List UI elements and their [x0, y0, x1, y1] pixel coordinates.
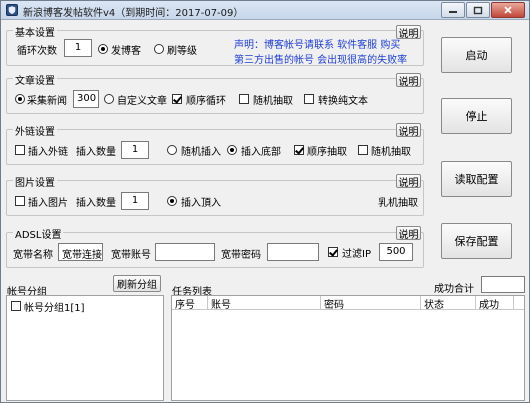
- plain-text-label: 转换纯文本: [318, 96, 368, 107]
- broadband-name-input[interactable]: 宽带连接: [58, 243, 103, 261]
- broadband-name-label: 宽带名称: [13, 250, 53, 261]
- column-header-status[interactable]: 状态: [421, 296, 476, 311]
- image-insert-radio[interactable]: [167, 196, 177, 206]
- link-settings-group: 外链设置 插入外链 插入数量 1 随机插入 插入底部 顺序抽取 随机抽取: [6, 123, 424, 165]
- random-insert-radio[interactable]: [167, 145, 177, 155]
- link-count-label: 插入数量: [76, 147, 116, 158]
- upgrade-level-radio[interactable]: [154, 44, 164, 54]
- maximize-button[interactable]: [466, 2, 490, 18]
- insert-bottom-radio[interactable]: [227, 145, 237, 155]
- link-random-label: 随机抽取: [371, 147, 411, 158]
- minimize-button[interactable]: [441, 2, 465, 18]
- custom-article-radio[interactable]: [104, 94, 114, 104]
- broadband-account-input[interactable]: [155, 243, 215, 261]
- column-header-spacer: [514, 296, 524, 310]
- custom-article-label: 自定义文章: [117, 96, 167, 107]
- account-group-item[interactable]: 帐号分组1[1]: [24, 299, 85, 314]
- link-settings-title: 外链设置: [13, 123, 57, 138]
- basic-settings-group: 基本设置 循环次数 1 发博客 刷等级 声明：博客帐号请联系 软件客服 购买 第…: [6, 24, 424, 66]
- image-help-button[interactable]: 说明: [396, 174, 421, 189]
- adsl-settings-title: ADSL设置: [13, 226, 64, 241]
- read-config-button[interactable]: 读取配置: [441, 161, 512, 197]
- random-extract-label: 随机抽取: [253, 96, 293, 107]
- collect-news-radio[interactable]: [15, 94, 25, 104]
- insert-image-label: 插入图片: [28, 198, 68, 209]
- link-sequential-label: 顺序抽取: [307, 147, 347, 158]
- refresh-group-button[interactable]: 刷新分组: [113, 275, 161, 292]
- insert-link-label: 插入外链: [28, 147, 68, 158]
- filter-ip-input[interactable]: 500: [379, 243, 413, 261]
- basic-settings-title: 基本设置: [13, 24, 57, 39]
- close-button[interactable]: [491, 2, 525, 18]
- success-total-label: 成功合计: [434, 284, 474, 295]
- close-icon: [504, 6, 512, 14]
- collect-count-input[interactable]: 300: [73, 90, 99, 108]
- image-settings-group: 图片设置 插入图片 插入数量 1 插入頂入 乳机抽取: [6, 174, 424, 216]
- column-header-password[interactable]: 密码: [321, 296, 421, 311]
- insert-link-checkbox[interactable]: [15, 145, 25, 155]
- upgrade-level-label: 刷等级: [167, 46, 197, 57]
- account-group-list: 帐号分组1[1]: [6, 295, 164, 401]
- image-count-input[interactable]: 1: [121, 192, 149, 210]
- image-settings-title: 图片设置: [13, 174, 57, 189]
- random-extract-checkbox[interactable]: [239, 94, 249, 104]
- task-list-table: 序号 账号 密码 状态 成功: [171, 295, 525, 401]
- insert-bottom-label: 插入底部: [241, 147, 281, 158]
- column-header-success[interactable]: 成功: [476, 296, 514, 311]
- insert-image-checkbox[interactable]: [15, 196, 25, 206]
- minimize-icon: [449, 11, 457, 13]
- image-insert-label: 插入頂入: [181, 198, 221, 209]
- main-window: 新浪博客发帖软件v4（到期时间：2017-07-09） 基本设置 循环次数 1 …: [0, 0, 530, 403]
- article-settings-group: 文章设置 采集新闻 300 自定义文章 顺序循环 随机抽取 转换纯文本: [6, 72, 424, 114]
- sequential-loop-checkbox[interactable]: [172, 94, 182, 104]
- link-random-checkbox[interactable]: [358, 145, 368, 155]
- maximize-icon: [473, 6, 483, 14]
- loop-count-label: 循环次数: [17, 46, 57, 57]
- save-config-button[interactable]: 保存配置: [441, 223, 512, 259]
- plain-text-checkbox[interactable]: [304, 94, 314, 104]
- article-settings-title: 文章设置: [13, 72, 57, 87]
- link-count-input[interactable]: 1: [121, 141, 149, 159]
- stop-button[interactable]: 停止: [441, 98, 512, 134]
- post-blog-label: 发博客: [111, 46, 141, 57]
- broadband-password-input[interactable]: [267, 243, 319, 261]
- basic-help-button[interactable]: 说明: [396, 25, 421, 40]
- account-group-checkbox[interactable]: [11, 301, 21, 311]
- link-sequential-checkbox[interactable]: [294, 145, 304, 155]
- window-title: 新浪博客发帖软件v4（到期时间：2017-07-09）: [23, 8, 244, 19]
- image-count-label: 插入数量: [76, 198, 116, 209]
- link-help-button[interactable]: 说明: [396, 123, 421, 138]
- notice-line-2: 第三方出售的帐号 会出现很高的失败率: [234, 55, 408, 66]
- notice-line-1: 声明：博客帐号请联系 软件客服 购买: [234, 40, 401, 51]
- random-insert-label: 随机插入: [181, 147, 221, 158]
- loop-count-input[interactable]: 1: [64, 39, 92, 57]
- column-header-index[interactable]: 序号: [172, 296, 208, 311]
- adsl-settings-group: ADSL设置 宽带名称 宽带连接 宽带账号 宽带密码 过滤IP 500: [6, 226, 424, 268]
- post-blog-radio[interactable]: [98, 44, 108, 54]
- start-button[interactable]: 启动: [441, 37, 512, 73]
- filter-ip-checkbox[interactable]: [328, 247, 338, 257]
- broadband-account-label: 宽带账号: [111, 250, 151, 261]
- image-random-label: 乳机抽取: [378, 198, 418, 209]
- collect-news-label: 采集新闻: [27, 96, 67, 107]
- title-bar: 新浪博客发帖软件v4（到期时间：2017-07-09）: [1, 1, 529, 20]
- filter-ip-label: 过滤IP: [342, 249, 371, 260]
- success-total-input[interactable]: [481, 276, 525, 293]
- sequential-loop-label: 顺序循环: [186, 96, 226, 107]
- column-header-account[interactable]: 账号: [208, 296, 321, 311]
- article-help-button[interactable]: 说明: [396, 73, 421, 88]
- app-shield-icon: [6, 4, 18, 16]
- adsl-help-button[interactable]: 说明: [396, 226, 421, 241]
- broadband-password-label: 宽带密码: [221, 250, 261, 261]
